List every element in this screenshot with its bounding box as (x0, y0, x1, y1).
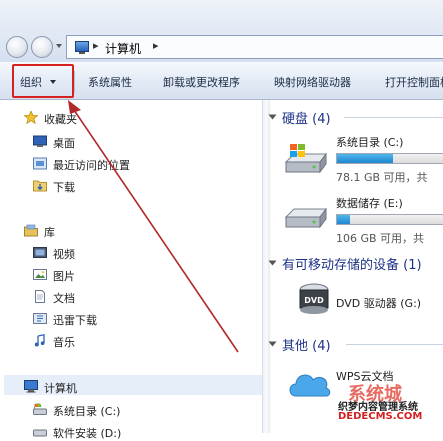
drive-c-space-info: 78.1 GB 可用，共 (336, 171, 428, 184)
system-drive-icon (33, 403, 47, 415)
group-header-other-label: 其他 (4) (282, 339, 331, 354)
back-button[interactable] (6, 36, 28, 58)
documents-library-icon (35, 290, 45, 303)
video-library-icon (33, 247, 47, 258)
libraries-icon (24, 224, 38, 237)
system-drive-icon[interactable] (284, 142, 328, 176)
collapse-arrow-icon (268, 114, 277, 120)
hard-drive-icon (33, 429, 47, 437)
drive-c-name[interactable]: 系统目录 (C:) (336, 134, 403, 150)
recent-places-icon (33, 157, 47, 170)
nav-computer-selected-bg (4, 375, 262, 395)
computer-icon (75, 41, 89, 54)
open-control-panel-button[interactable]: 打开控制面板 (385, 74, 443, 90)
group-divider (344, 117, 443, 118)
nav-pictures-label: 图片 (53, 270, 75, 283)
nav-videos-label: 视频 (53, 248, 75, 261)
drive-c-usage-bar (336, 153, 443, 164)
address-box[interactable]: ▸ 计算机 ▸ (66, 35, 443, 59)
breadcrumb-separator[interactable]: ▸ (93, 39, 99, 52)
watermark: 系统城 织梦内容管理系统 DEDECMS.COM (332, 380, 443, 433)
hard-drive-icon[interactable] (284, 203, 328, 233)
nav-computer-label: 计算机 (44, 382, 77, 395)
group-header-removable[interactable]: 有可移动存储的设备 (1) (268, 254, 422, 273)
watermark-line2: DEDECMS.COM (338, 411, 423, 422)
nav-favorites-label: 收藏夹 (44, 113, 77, 126)
music-library-icon (34, 334, 45, 347)
group-header-hard-disks-label: 硬盘 (4) (282, 112, 331, 127)
map-network-drive-button[interactable]: 映射网络驱动器 (274, 74, 351, 90)
group-divider (346, 344, 443, 345)
cloud-icon[interactable] (286, 362, 332, 402)
annotation-highlight-box (12, 64, 74, 98)
group-header-removable-label: 有可移动存储的设备 (1) (282, 258, 422, 273)
drive-e-usage-bar (336, 214, 443, 225)
nav-music-label: 音乐 (53, 336, 75, 349)
nav-libraries-label: 库 (44, 226, 55, 239)
star-icon (24, 111, 38, 124)
desktop-icon (33, 135, 47, 147)
pane-splitter[interactable] (262, 100, 270, 433)
computer-icon (24, 380, 38, 393)
nav-downloads-label: 下载 (53, 181, 75, 194)
navigation-pane: 收藏夹 桌面 最近访问的位置 下载 库 视频 图片 文档 迅雷下载 音乐 计算机… (0, 100, 262, 440)
breadcrumb-separator[interactable]: ▸ (153, 39, 159, 52)
address-bar-area: ▸ 计算机 ▸ (0, 0, 443, 62)
uninstall-program-button[interactable]: 卸载或更改程序 (163, 74, 240, 90)
nav-drive-c-label: 系统目录 (C:) (53, 405, 121, 418)
nav-drive-d-label: 软件安装 (D:) (53, 427, 122, 440)
group-header-other[interactable]: 其他 (4) (268, 335, 331, 354)
system-properties-button[interactable]: 系统属性 (88, 74, 132, 90)
thunder-download-icon (33, 313, 47, 324)
nav-desktop-label: 桌面 (53, 137, 75, 150)
breadcrumb-computer[interactable]: 计算机 (105, 40, 141, 57)
drive-c-usage-fill (337, 154, 394, 163)
drive-e-usage-fill (337, 215, 350, 224)
nav-documents-label: 文档 (53, 292, 75, 305)
drive-e-name[interactable]: 数据储存 (E:) (336, 195, 403, 211)
drive-e-space-info: 106 GB 可用，共 (336, 232, 425, 245)
group-header-hard-disks[interactable]: 硬盘 (4) (268, 108, 331, 127)
downloads-folder-icon (33, 180, 47, 192)
nav-thunder-downloads-label: 迅雷下载 (53, 314, 97, 327)
dvd-drive-icon[interactable]: DVD (298, 278, 330, 316)
nav-recent-places-label: 最近访问的位置 (53, 159, 130, 172)
collapse-arrow-icon (268, 260, 277, 266)
picture-library-icon (33, 269, 47, 280)
recent-pages-dropdown[interactable] (56, 44, 62, 48)
dvd-drive-name[interactable]: DVD 驱动器 (G:) (336, 295, 421, 311)
toolbar-divider (74, 71, 75, 93)
collapse-arrow-icon (268, 341, 277, 347)
dvd-label: DVD (304, 296, 324, 305)
forward-button[interactable] (31, 36, 53, 58)
